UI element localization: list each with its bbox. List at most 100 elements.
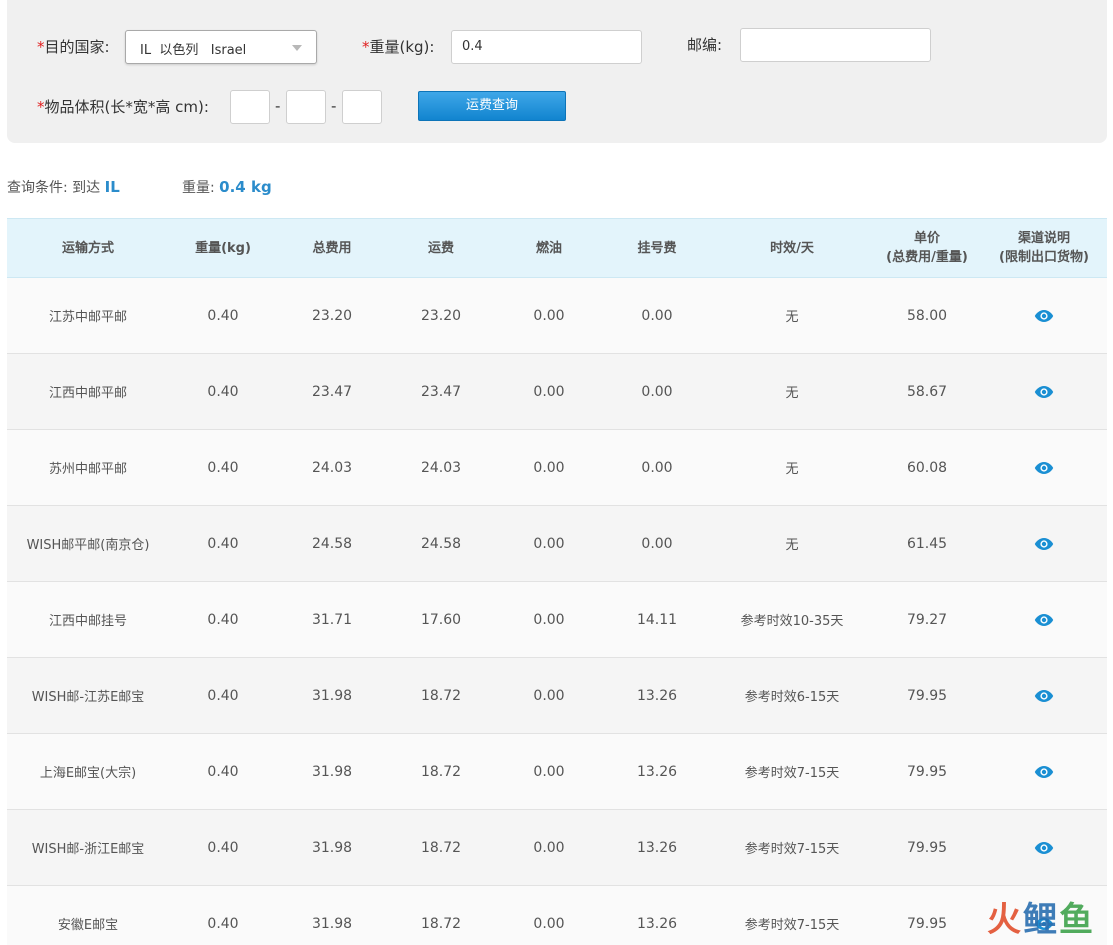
query-form-panel: 目的国家: IL 以色列 Israel 重量(kg): 0.4 邮编: 物品体积… bbox=[7, 0, 1107, 143]
cell-timeliness: 参考时效7-15天 bbox=[744, 766, 840, 781]
cell-registration: 0.00 bbox=[641, 459, 673, 476]
cell-method: WISH邮-江苏E邮宝 bbox=[31, 690, 145, 705]
cell-weight: 0.40 bbox=[207, 307, 239, 324]
header-freight: 运费 bbox=[427, 240, 454, 256]
width-input[interactable] bbox=[286, 90, 326, 124]
cell-timeliness: 参考时效7-15天 bbox=[744, 842, 840, 857]
cell-unit-price: 79.95 bbox=[906, 915, 948, 932]
cell-total: 31.98 bbox=[311, 687, 353, 704]
cell-freight: 18.72 bbox=[420, 687, 462, 704]
cell-weight: 0.40 bbox=[207, 535, 239, 552]
freight-query-button[interactable]: 运费查询 bbox=[418, 91, 566, 121]
cell-fuel: 0.00 bbox=[533, 839, 565, 856]
cell-channel bbox=[981, 734, 1107, 810]
cell-fuel: 0.00 bbox=[533, 763, 565, 780]
volume-label: 物品体积(长*宽*高 cm): bbox=[37, 96, 209, 117]
cell-total: 31.98 bbox=[311, 915, 353, 932]
cell-registration: 13.26 bbox=[636, 763, 678, 780]
eye-icon[interactable] bbox=[1034, 461, 1054, 475]
cell-total: 31.98 bbox=[311, 763, 353, 780]
cell-total: 31.71 bbox=[311, 611, 353, 628]
cell-channel bbox=[981, 354, 1107, 430]
cell-method: WISH邮-浙江E邮宝 bbox=[31, 842, 145, 857]
eye-icon[interactable] bbox=[1034, 385, 1054, 399]
header-fuel: 燃油 bbox=[535, 240, 562, 256]
header-channel: 渠道说明 (限制出口货物) bbox=[999, 231, 1089, 265]
cell-total: 23.20 bbox=[311, 307, 353, 324]
cell-method: 苏州中邮平邮 bbox=[48, 462, 127, 477]
cell-total: 24.03 bbox=[311, 459, 353, 476]
cell-weight: 0.40 bbox=[207, 915, 239, 932]
cell-fuel: 0.00 bbox=[533, 459, 565, 476]
eye-icon[interactable] bbox=[1034, 613, 1054, 627]
cell-total: 23.47 bbox=[311, 383, 353, 400]
query-conditions: 查询条件: 到达 IL bbox=[7, 178, 120, 196]
eye-icon[interactable] bbox=[1034, 537, 1054, 551]
cell-channel bbox=[981, 430, 1107, 506]
weight-label: 重量(kg): bbox=[362, 36, 434, 57]
cell-unit-price: 79.27 bbox=[906, 611, 948, 628]
cell-unit-price: 79.95 bbox=[906, 687, 948, 704]
cell-channel bbox=[981, 582, 1107, 658]
table-row: 江苏中邮平邮 0.40 23.20 23.20 0.00 0.00 无 58.00 bbox=[7, 277, 1107, 354]
cell-timeliness: 参考时效7-15天 bbox=[744, 918, 840, 933]
cell-timeliness: 无 bbox=[785, 310, 799, 325]
cell-weight: 0.40 bbox=[207, 687, 239, 704]
cell-total: 24.58 bbox=[311, 535, 353, 552]
cell-freight: 17.60 bbox=[420, 611, 462, 628]
eye-icon[interactable] bbox=[1034, 841, 1054, 855]
cell-freight: 24.58 bbox=[420, 535, 462, 552]
cell-registration: 0.00 bbox=[641, 307, 673, 324]
length-input[interactable] bbox=[230, 90, 270, 124]
table-row: WISH邮平邮(南京仓) 0.40 24.58 24.58 0.00 0.00 无 61.45 bbox=[7, 505, 1107, 582]
cell-fuel: 0.00 bbox=[533, 915, 565, 932]
table-row: WISH邮-江苏E邮宝 0.40 31.98 18.72 0.00 13.26 参考时效6-… bbox=[7, 657, 1107, 734]
eye-icon[interactable] bbox=[1034, 765, 1054, 779]
table-row: 江西中邮挂号 0.40 31.71 17.60 0.00 14.11 参考时效10-35天 7… bbox=[7, 581, 1107, 658]
cell-freight: 23.20 bbox=[420, 307, 462, 324]
cell-freight: 23.47 bbox=[420, 383, 462, 400]
cell-unit-price: 79.95 bbox=[906, 839, 948, 856]
cell-method: 安徽E邮宝 bbox=[57, 918, 119, 933]
table-header-row: 运输方式 重量(kg) 总费用 运费 燃油 挂号费 时效/天 单价 (总费用/重… bbox=[7, 218, 1107, 278]
cell-registration: 13.26 bbox=[636, 839, 678, 856]
cell-timeliness: 无 bbox=[785, 538, 799, 553]
country-label: 目的国家: bbox=[37, 36, 110, 57]
cell-weight: 0.40 bbox=[207, 763, 239, 780]
cell-freight: 18.72 bbox=[420, 763, 462, 780]
cell-unit-price: 60.08 bbox=[906, 459, 948, 476]
eye-icon[interactable] bbox=[1034, 689, 1054, 703]
header-timeliness: 时效/天 bbox=[770, 240, 814, 256]
cell-fuel: 0.00 bbox=[533, 383, 565, 400]
cell-fuel: 0.00 bbox=[533, 687, 565, 704]
cell-method: 江苏中邮平邮 bbox=[48, 310, 127, 325]
zip-input[interactable] bbox=[740, 28, 931, 62]
cell-fuel: 0.00 bbox=[533, 535, 565, 552]
cell-freight: 18.72 bbox=[420, 839, 462, 856]
eye-icon[interactable] bbox=[1034, 309, 1054, 323]
table-row: WISH邮-浙江E邮宝 0.40 31.98 18.72 0.00 13.26 参考时效7-… bbox=[7, 809, 1107, 886]
cell-unit-price: 79.95 bbox=[906, 763, 948, 780]
dim-separator: - bbox=[275, 97, 281, 115]
cell-method: 江西中邮挂号 bbox=[48, 614, 127, 629]
height-input[interactable] bbox=[342, 90, 382, 124]
cell-registration: 13.26 bbox=[636, 687, 678, 704]
cell-unit-price: 61.45 bbox=[906, 535, 948, 552]
cell-timeliness: 参考时效6-15天 bbox=[744, 690, 840, 705]
weight-input[interactable]: 0.4 bbox=[451, 30, 642, 64]
destination-value: IL bbox=[104, 178, 120, 196]
cell-timeliness: 无 bbox=[785, 386, 799, 401]
table-row: 上海E邮宝(大宗) 0.40 31.98 18.72 0.00 13.26 参考时效7-15… bbox=[7, 733, 1107, 810]
cell-registration: 13.26 bbox=[636, 915, 678, 932]
cell-weight: 0.40 bbox=[207, 383, 239, 400]
shipping-rates-table: 运输方式 重量(kg) 总费用 运费 燃油 挂号费 时效/天 单价 (总费用/重… bbox=[7, 218, 1107, 945]
cell-freight: 18.72 bbox=[420, 915, 462, 932]
table-row: 江西中邮平邮 0.40 23.47 23.47 0.00 0.00 无 58.67 bbox=[7, 353, 1107, 430]
country-select[interactable]: IL 以色列 Israel bbox=[125, 30, 317, 64]
header-method: 运输方式 bbox=[61, 240, 114, 256]
cell-unit-price: 58.00 bbox=[906, 307, 948, 324]
cell-timeliness: 无 bbox=[785, 462, 799, 477]
cell-fuel: 0.00 bbox=[533, 307, 565, 324]
cell-channel bbox=[981, 810, 1107, 886]
query-weight: 重量: 0.4 kg bbox=[182, 178, 272, 196]
